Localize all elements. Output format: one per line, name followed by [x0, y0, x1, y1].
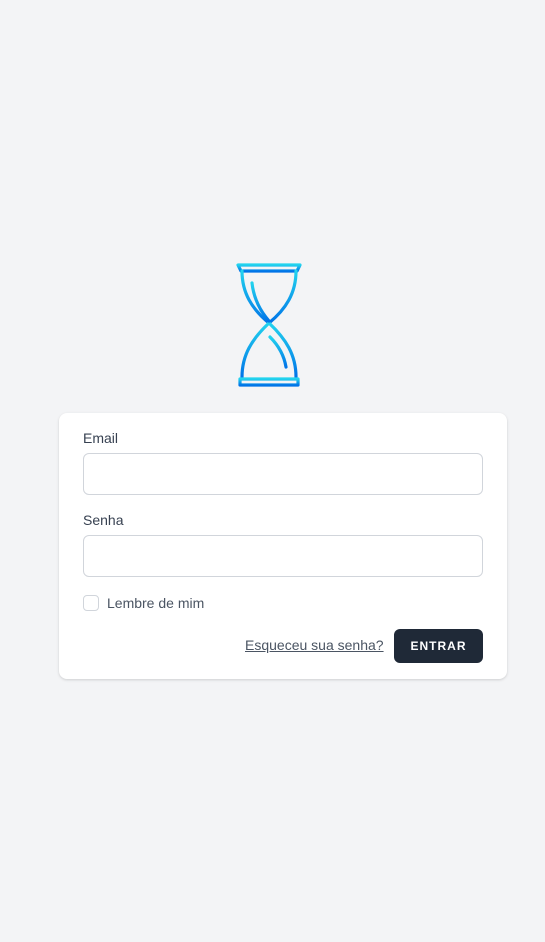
email-label: Email	[83, 430, 119, 446]
password-label: Senha	[83, 512, 124, 528]
email-input[interactable]	[83, 453, 483, 495]
remember-me[interactable]: Lembre de mim	[83, 595, 204, 611]
login-button[interactable]: ENTRAR	[394, 629, 483, 663]
login-card: Email Senha Lembre de mim Esqueceu sua s…	[59, 413, 507, 679]
hourglass-icon	[227, 260, 311, 389]
password-input[interactable]	[83, 535, 483, 577]
remember-checkbox[interactable]	[83, 595, 99, 611]
forgot-password-link[interactable]: Esqueceu sua senha?	[245, 637, 384, 653]
remember-label: Lembre de mim	[107, 595, 205, 611]
login-page: Email Senha Lembre de mim Esqueceu sua s…	[0, 0, 545, 942]
